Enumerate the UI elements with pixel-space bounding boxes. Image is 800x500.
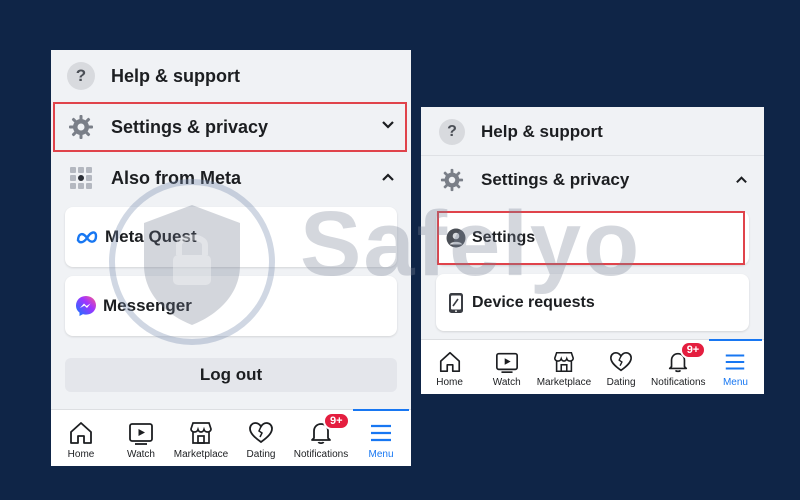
watch-icon — [495, 350, 519, 374]
tab-home-label: Home — [436, 377, 463, 388]
notification-badge: 9+ — [679, 341, 707, 359]
settings-privacy-row[interactable]: Settings & privacy — [421, 165, 764, 195]
grid-icon — [67, 164, 95, 192]
tab-dating[interactable]: Dating — [231, 410, 291, 466]
marketplace-icon — [552, 350, 576, 374]
notification-badge: 9+ — [323, 412, 350, 430]
also-from-meta-label: Also from Meta — [111, 167, 242, 188]
tab-watch[interactable]: Watch — [478, 340, 535, 394]
help-support-row[interactable]: ? Help & support — [421, 117, 764, 156]
tab-notifications[interactable]: 9+ Notifications — [291, 410, 351, 466]
tab-menu[interactable]: Menu — [351, 409, 411, 466]
messenger-card[interactable]: Messenger — [65, 276, 397, 336]
highlight-box — [53, 102, 407, 152]
tab-home[interactable]: Home — [421, 340, 478, 394]
question-icon: ? — [439, 119, 465, 145]
device-requests-label: Device requests — [472, 293, 595, 311]
tab-menu-label: Menu — [368, 449, 394, 460]
home-icon — [68, 420, 94, 446]
help-support-row[interactable]: ? Help & support — [51, 60, 411, 92]
device-requests-card[interactable]: Device requests — [436, 274, 749, 331]
question-icon: ? — [67, 62, 95, 90]
tab-marketplace-label: Marketplace — [173, 449, 229, 460]
bottom-tab-bar: Home Watch Marketplace Dating 9+ Notific… — [421, 339, 764, 394]
tab-watch-label: Watch — [492, 377, 521, 388]
gear-icon — [439, 167, 465, 193]
meta-quest-label: Meta Quest — [105, 227, 197, 246]
log-out-button[interactable]: Log out — [65, 358, 397, 392]
dating-icon — [609, 350, 633, 374]
menu-icon — [368, 420, 394, 446]
tab-menu[interactable]: Menu — [707, 339, 764, 394]
tab-dating-label: Dating — [246, 449, 276, 460]
tab-home[interactable]: Home — [51, 410, 111, 466]
messenger-label: Messenger — [103, 296, 192, 315]
left-menu-panel: ? Help & support Settings & privacy Also… — [51, 50, 411, 466]
settings-privacy-label: Settings & privacy — [481, 170, 630, 189]
bottom-tab-bar: Home Watch Marketplace Dating 9+ Notific… — [51, 409, 411, 466]
tab-watch[interactable]: Watch — [111, 410, 171, 466]
phone-icon — [448, 292, 464, 314]
tab-marketplace[interactable]: Marketplace — [535, 340, 592, 394]
tab-menu-label: Menu — [722, 377, 748, 388]
also-from-meta-row[interactable]: Also from Meta — [51, 161, 411, 195]
right-menu-panel: ? Help & support Settings & privacy Sett… — [421, 107, 764, 394]
tab-dating[interactable]: Dating — [593, 340, 650, 394]
meta-logo-icon — [75, 230, 99, 244]
meta-quest-card[interactable]: Meta Quest — [65, 207, 397, 267]
menu-icon — [723, 350, 747, 374]
messenger-icon — [75, 295, 97, 317]
dating-icon — [248, 420, 274, 446]
marketplace-icon — [188, 420, 214, 446]
watch-icon — [128, 420, 154, 446]
help-support-label: Help & support — [481, 122, 603, 141]
tab-notifications-label: Notifications — [651, 377, 706, 388]
chevron-up-icon[interactable] — [735, 173, 748, 191]
tab-marketplace-label: Marketplace — [536, 377, 592, 388]
tab-notifications-label: Notifications — [293, 449, 349, 460]
tab-home-label: Home — [67, 449, 95, 460]
tab-notifications[interactable]: 9+ Notifications — [650, 340, 707, 394]
tab-watch-label: Watch — [127, 449, 155, 460]
chevron-up-icon[interactable] — [381, 170, 395, 189]
tab-marketplace[interactable]: Marketplace — [171, 410, 231, 466]
tab-dating-label: Dating — [606, 377, 636, 388]
home-icon — [438, 350, 462, 374]
help-support-label: Help & support — [111, 65, 240, 86]
highlight-box — [437, 211, 745, 265]
